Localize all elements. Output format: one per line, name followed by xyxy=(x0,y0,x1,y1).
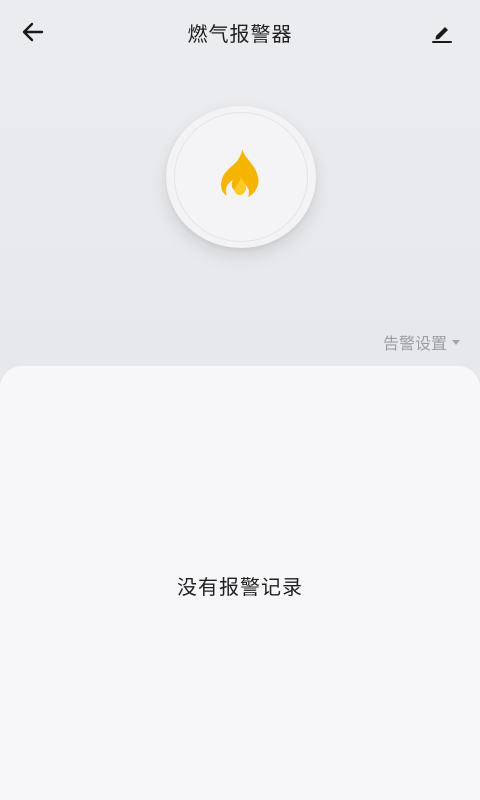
pencil-icon xyxy=(432,27,452,43)
flame-icon xyxy=(221,149,259,197)
caret-down-icon xyxy=(452,339,460,345)
page-title: 燃气报警器 xyxy=(187,22,293,46)
alarm-records-panel: 没有报警记录 xyxy=(0,366,480,800)
device-status-circle xyxy=(166,106,316,248)
header-bar: 燃气报警器 xyxy=(0,0,480,64)
edit-button[interactable] xyxy=(424,16,460,48)
alarm-settings-label: 告警设置 xyxy=(382,334,447,353)
alarm-settings-dropdown[interactable]: 告警设置 xyxy=(383,330,460,354)
empty-records-message: 没有报警记录 xyxy=(177,575,303,599)
device-status-inner xyxy=(174,112,308,242)
